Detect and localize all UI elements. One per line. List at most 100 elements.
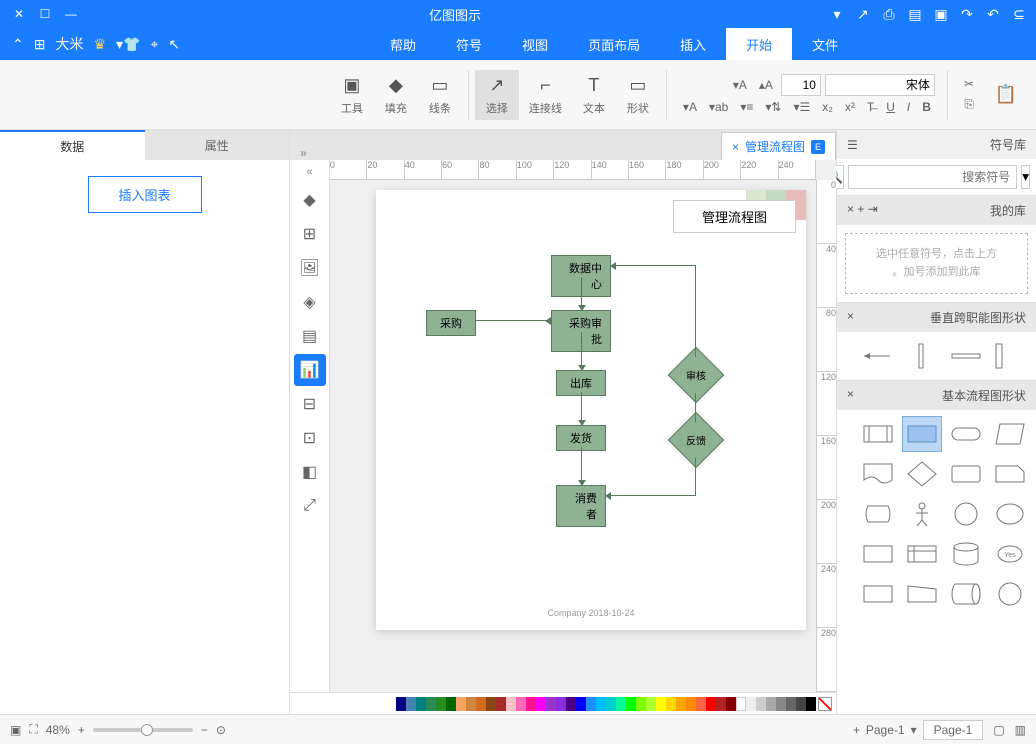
file-tab[interactable]: E 管理流程图 × <box>721 132 836 160</box>
fontcolor-icon[interactable]: A▾ <box>679 98 701 116</box>
fullscreen-icon[interactable]: ⛶ <box>29 722 37 737</box>
color-sw[interactable] <box>456 697 466 711</box>
close-icon[interactable]: ✕ <box>8 3 30 25</box>
vtool-layout[interactable]: ◧ <box>294 456 326 488</box>
shape-rect4[interactable] <box>858 576 898 612</box>
prop-tab-data[interactable]: 数据 <box>0 130 145 160</box>
redo-icon[interactable]: ↷ <box>958 5 976 23</box>
add-page-button[interactable]: + <box>853 723 860 737</box>
page[interactable]: 管理流程图 数据中心 采购 采购审批 出库 发货 消费者 审核 反馈 <box>376 190 806 630</box>
flow-title[interactable]: 管理流程图 <box>673 200 796 233</box>
color-sw[interactable] <box>786 697 796 711</box>
font-dec-icon[interactable]: A▾ <box>729 76 751 94</box>
direction-icon[interactable]: ab▾ <box>705 98 732 116</box>
font-size[interactable] <box>781 74 821 96</box>
tab-view[interactable]: 视图 <box>502 28 568 60</box>
shape-lane1[interactable] <box>990 338 1030 374</box>
shape-internal[interactable] <box>902 536 942 572</box>
page-tab-2[interactable]: Page-1 <box>866 723 905 737</box>
copy-icon[interactable]: ⎘ <box>960 95 978 114</box>
minimize-icon[interactable]: — <box>60 3 82 25</box>
color-sw[interactable] <box>606 697 616 711</box>
my-shapes-header[interactable]: 我的库 ⇥ + × <box>837 196 1036 225</box>
shape-db[interactable] <box>946 536 986 572</box>
flow-box-purchase[interactable]: 采购 <box>426 310 476 336</box>
color-sw[interactable] <box>776 697 786 711</box>
color-sw[interactable] <box>696 697 706 711</box>
vtool-expand[interactable]: ⤢ <box>294 490 326 522</box>
vtool-fill[interactable]: ◆ <box>294 184 326 216</box>
import-icon[interactable]: ⇥ <box>868 202 878 216</box>
tab-help[interactable]: 帮助 <box>370 28 436 60</box>
add-icon[interactable]: + <box>857 202 864 216</box>
connector-button[interactable]: ⌐连接线 <box>519 70 572 120</box>
shape-circle2[interactable] <box>990 576 1030 612</box>
tab-file[interactable]: 文件 <box>792 28 858 60</box>
bold-icon[interactable]: B <box>918 98 935 116</box>
underline-icon[interactable]: U <box>882 98 899 116</box>
font-inc-icon[interactable]: A▴ <box>755 76 777 94</box>
dropdown-icon[interactable]: ▾ <box>828 5 846 23</box>
menu-grid-icon[interactable]: ⊞ <box>34 36 46 53</box>
shape-data[interactable] <box>990 416 1030 452</box>
color-sw[interactable] <box>476 697 486 711</box>
color-sw[interactable] <box>616 697 626 711</box>
toolbox-button[interactable]: ▣工具 <box>330 70 374 120</box>
user-label[interactable]: 大米 <box>55 34 83 54</box>
color-sw[interactable] <box>746 697 756 711</box>
color-sw[interactable] <box>466 697 476 711</box>
color-sw[interactable] <box>406 697 416 711</box>
flow-box-consumer[interactable]: 消费者 <box>556 485 606 527</box>
shape-display2[interactable] <box>858 496 898 532</box>
menu-chevron-icon[interactable]: ⌃ <box>12 36 24 53</box>
zoom-reset-icon[interactable]: ⊙ <box>216 723 226 737</box>
select-button[interactable]: ↗选择 <box>475 70 519 120</box>
zoom-in-button[interactable]: + <box>78 723 85 737</box>
zoom-slider[interactable] <box>93 728 193 732</box>
shape-diamond[interactable] <box>902 456 942 492</box>
undo-icon[interactable]: ↶ <box>984 5 1002 23</box>
shape-ellipse[interactable] <box>990 496 1030 532</box>
color-sw[interactable] <box>506 697 516 711</box>
layout-icon[interactable]: ▥ <box>1015 723 1026 737</box>
brush-icon[interactable]: ⌖ <box>151 36 159 53</box>
color-sw[interactable] <box>656 697 666 711</box>
align-icon[interactable]: ≡▾ <box>736 98 757 116</box>
color-sw[interactable] <box>566 697 576 711</box>
collapse-icon[interactable]: « <box>290 146 317 160</box>
crown-icon[interactable]: ♛ <box>93 36 106 53</box>
search-input[interactable] <box>848 165 1017 189</box>
super-icon[interactable]: x² <box>841 98 859 116</box>
page-tab-1[interactable]: Page-1 <box>923 720 984 740</box>
color-sw[interactable] <box>706 697 716 711</box>
vtool-image[interactable]: 🖼 <box>294 252 326 284</box>
italic-icon[interactable]: I <box>903 98 914 116</box>
shape-pill[interactable] <box>946 416 986 452</box>
close-tab-icon[interactable]: × <box>732 140 739 154</box>
color-sw[interactable] <box>426 697 436 711</box>
paste-button[interactable]: 📋 <box>984 79 1028 111</box>
color-sw[interactable] <box>716 697 726 711</box>
color-sw[interactable] <box>516 697 526 711</box>
shape-circle[interactable] <box>946 496 986 532</box>
shape-lane3[interactable] <box>902 338 942 374</box>
section-basic[interactable]: 基本流程图形状× <box>837 381 1036 410</box>
shape-card[interactable] <box>990 456 1030 492</box>
shape-button[interactable]: ▭形状 <box>616 70 660 120</box>
share-icon[interactable]: ↗ <box>854 5 872 23</box>
color-sw[interactable] <box>676 697 686 711</box>
shape-process[interactable] <box>902 416 942 452</box>
color-sw[interactable] <box>666 697 676 711</box>
insert-chart-button[interactable]: 插入图表 <box>88 176 202 213</box>
line-button[interactable]: ▭线条 <box>418 70 462 120</box>
color-sw[interactable] <box>756 697 766 711</box>
vtool-layers[interactable]: ◈ <box>294 286 326 318</box>
page-dropdown[interactable]: ▾ <box>911 723 917 737</box>
shirt-icon[interactable]: 👕▾ <box>116 36 140 53</box>
cursor-icon[interactable]: ↖ <box>168 36 180 53</box>
search-menu-button[interactable]: ▾ <box>1021 165 1030 189</box>
color-sw[interactable] <box>596 697 606 711</box>
color-sw[interactable] <box>726 697 736 711</box>
color-sw[interactable] <box>396 697 406 711</box>
maximize-icon[interactable]: ☐ <box>34 3 56 25</box>
